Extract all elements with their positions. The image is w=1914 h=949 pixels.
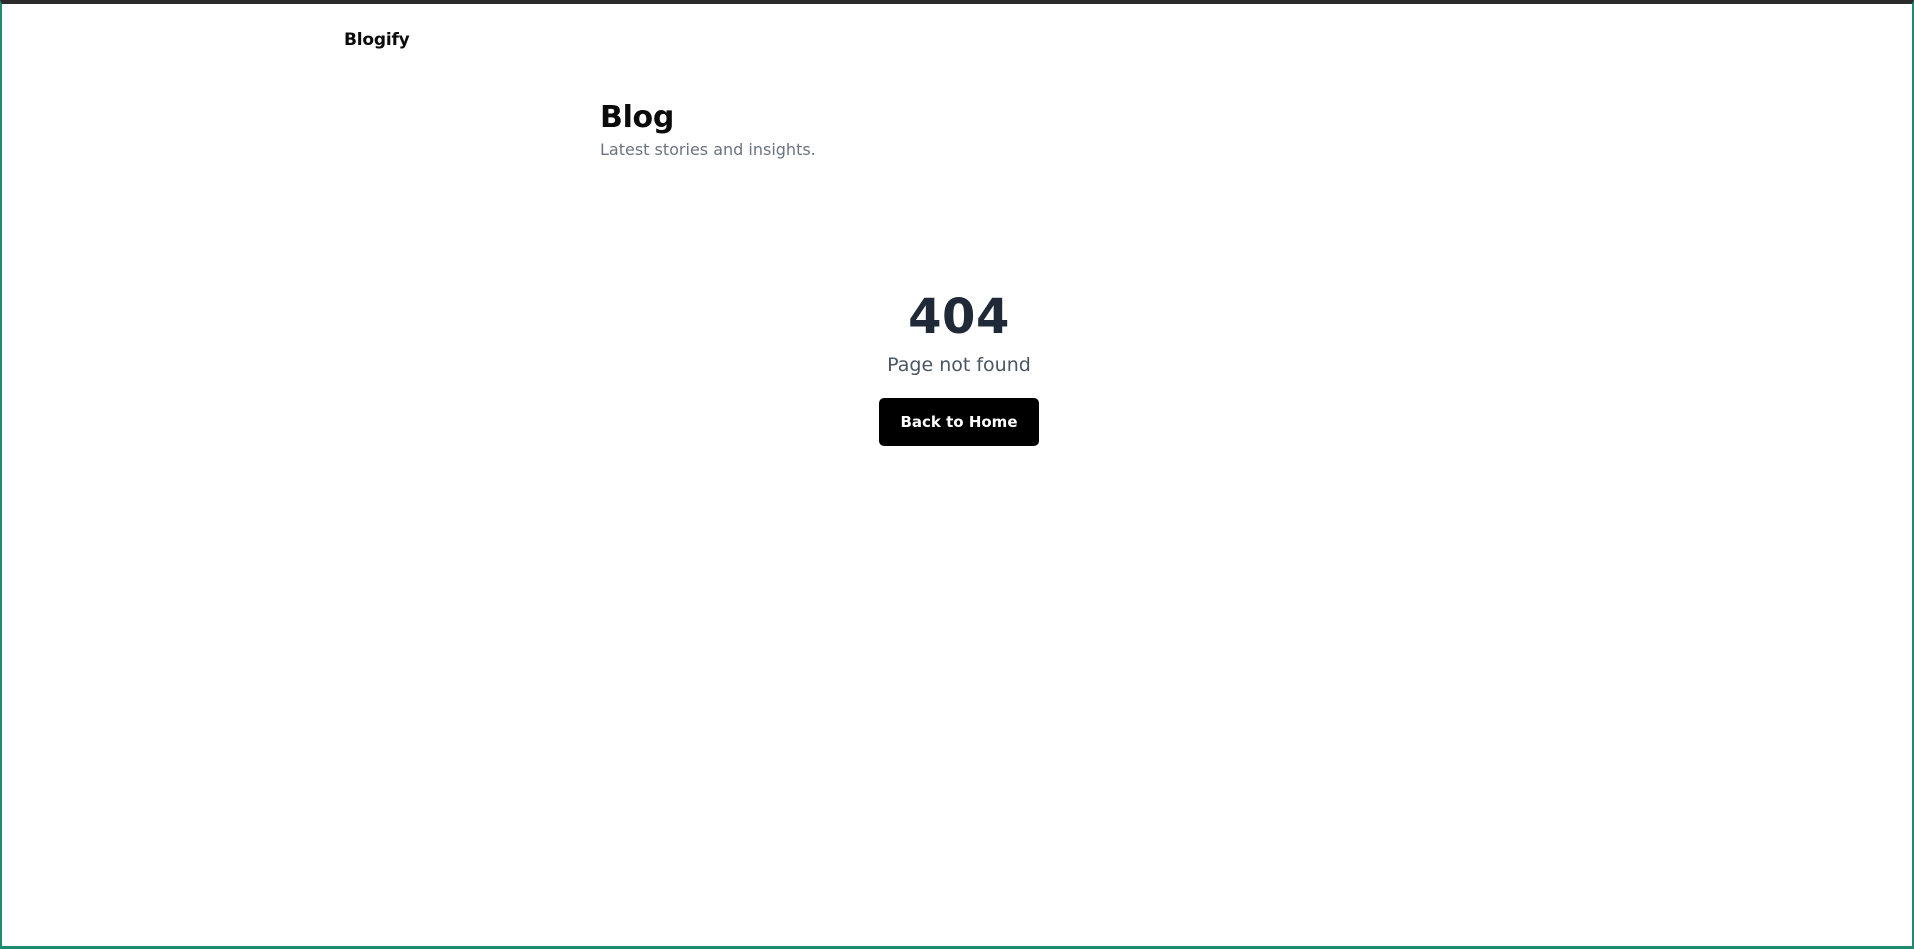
back-to-home-button[interactable]: Back to Home: [879, 398, 1039, 446]
brand-logo-link[interactable]: Blogify: [344, 30, 410, 50]
page-title: Blog: [600, 100, 675, 135]
error-code: 404: [908, 289, 1010, 345]
app-window: Blogify Blog Latest stories and insights…: [0, 0, 1914, 949]
top-nav: Blogify: [344, 28, 410, 52]
page-subtitle: Latest stories and insights.: [600, 140, 816, 159]
page-header: Blog Latest stories and insights.: [600, 100, 816, 160]
error-message: Page not found: [887, 354, 1031, 376]
not-found-section: 404 Page not found Back to Home: [2, 288, 1914, 446]
